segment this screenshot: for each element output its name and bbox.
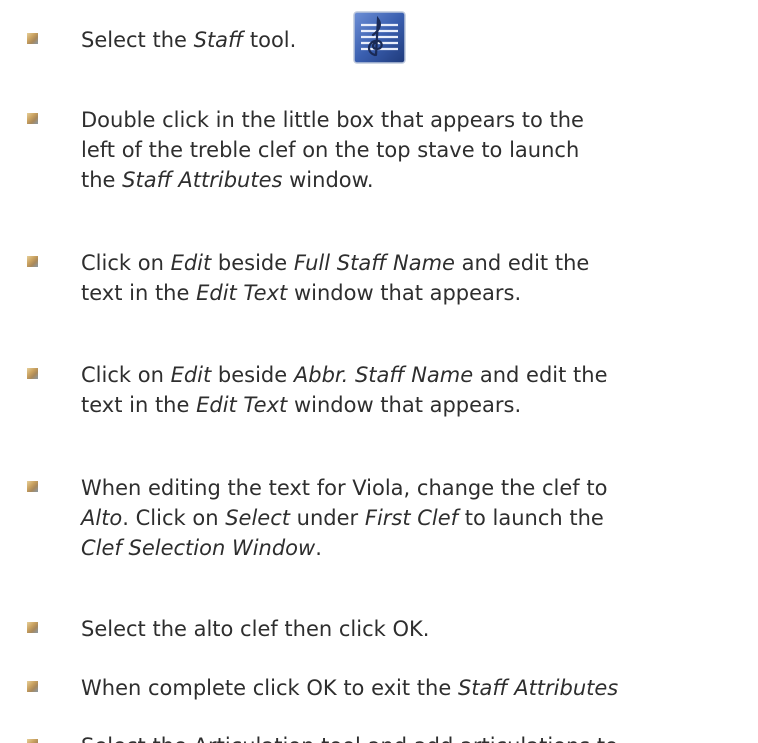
text-segment: beside — [211, 251, 294, 275]
text-segment: text in the — [81, 281, 197, 305]
text-segment: to launch the — [458, 506, 604, 530]
text-segment-italic: Select — [225, 506, 290, 530]
item-text: Select the Staff tool. — [81, 25, 296, 55]
text-line: left of the treble clef on the top stave… — [81, 135, 584, 165]
item-text: Click on Edit beside Full Staff Name and… — [81, 248, 589, 308]
text-line: When complete click OK to exit the Staff… — [81, 673, 618, 703]
text-line: text in the Edit Text window that appear… — [81, 390, 608, 420]
bullet-icon — [27, 33, 38, 44]
bullet-icon — [27, 481, 38, 492]
text-segment-italic: Staff — [193, 28, 244, 52]
text-segment-italic: Alto — [81, 506, 123, 530]
text-segment: Select the alto clef then click OK. — [81, 617, 430, 641]
text-segment: beside — [211, 363, 294, 387]
text-segment: . Click on — [122, 506, 226, 530]
text-segment-italic: Edit Text — [196, 281, 288, 305]
text-segment-italic: Abbr. Staff Name — [293, 363, 474, 387]
text-segment-italic: First Clef — [364, 506, 459, 530]
text-segment: Double click in the little box that appe… — [81, 108, 584, 132]
bullet-icon — [27, 256, 38, 267]
text-segment: Select the — [81, 28, 194, 52]
text-segment-italic: Edit — [170, 251, 212, 275]
text-line: Select the Articulation tool and add art… — [81, 731, 618, 743]
text-segment: Click on — [81, 251, 171, 275]
bullet-icon — [27, 113, 38, 124]
text-segment: window. — [282, 168, 374, 192]
text-segment-italic: Staff Attributes — [457, 676, 619, 700]
text-segment-italic: Clef Selection Window — [81, 536, 316, 560]
text-line: Alto. Click on Select under First Clef t… — [81, 503, 607, 533]
text-segment: under — [290, 506, 365, 530]
item-text: Select the alto clef then click OK. — [81, 614, 429, 644]
text-line: Click on Edit beside Abbr. Staff Name an… — [81, 360, 608, 390]
text-segment: Select the Articulation tool and add art… — [81, 734, 618, 743]
text-segment: and edit the — [454, 251, 590, 275]
bullet-icon — [27, 681, 38, 692]
text-segment: window that appears. — [287, 393, 522, 417]
text-segment: When complete click OK to exit the — [81, 676, 458, 700]
item-text: Double click in the little box that appe… — [81, 105, 584, 195]
bullet-icon — [27, 368, 38, 379]
instruction-page: Select the Staff tool. Double click in t… — [0, 0, 758, 743]
text-segment: the — [81, 168, 123, 192]
text-segment: tool. — [243, 28, 297, 52]
text-segment-italic: Edit Text — [196, 393, 288, 417]
text-segment: When editing the text for Viola, change … — [81, 476, 608, 500]
text-segment-italic: Edit — [170, 363, 212, 387]
text-line: Clef Selection Window. — [81, 533, 607, 563]
text-line: text in the Edit Text window that appear… — [81, 278, 589, 308]
text-segment: left of the treble clef on the top stave… — [81, 138, 580, 162]
item-text: Select the Articulation tool and add art… — [81, 731, 618, 743]
text-segment-italic: Full Staff Name — [293, 251, 455, 275]
item-text: When complete click OK to exit the Staff… — [81, 673, 618, 703]
text-line: Double click in the little box that appe… — [81, 105, 584, 135]
text-segment: and edit the — [473, 363, 608, 387]
text-segment: . — [315, 536, 322, 560]
staff-tool-icon — [353, 11, 406, 64]
text-line: When editing the text for Viola, change … — [81, 473, 607, 503]
text-line: the Staff Attributes window. — [81, 165, 584, 195]
bullet-icon — [27, 622, 38, 633]
text-line: Click on Edit beside Full Staff Name and… — [81, 248, 589, 278]
text-segment: window that appears. — [287, 281, 522, 305]
text-line: Select the Staff tool. — [81, 25, 296, 55]
text-segment: text in the — [81, 393, 197, 417]
text-segment: Click on — [81, 363, 171, 387]
item-text: Click on Edit beside Abbr. Staff Name an… — [81, 360, 608, 420]
item-text: When editing the text for Viola, change … — [81, 473, 607, 563]
bullet-icon — [27, 739, 38, 743]
text-line: Select the alto clef then click OK. — [81, 614, 429, 644]
text-segment-italic: Staff Attributes — [122, 168, 283, 192]
